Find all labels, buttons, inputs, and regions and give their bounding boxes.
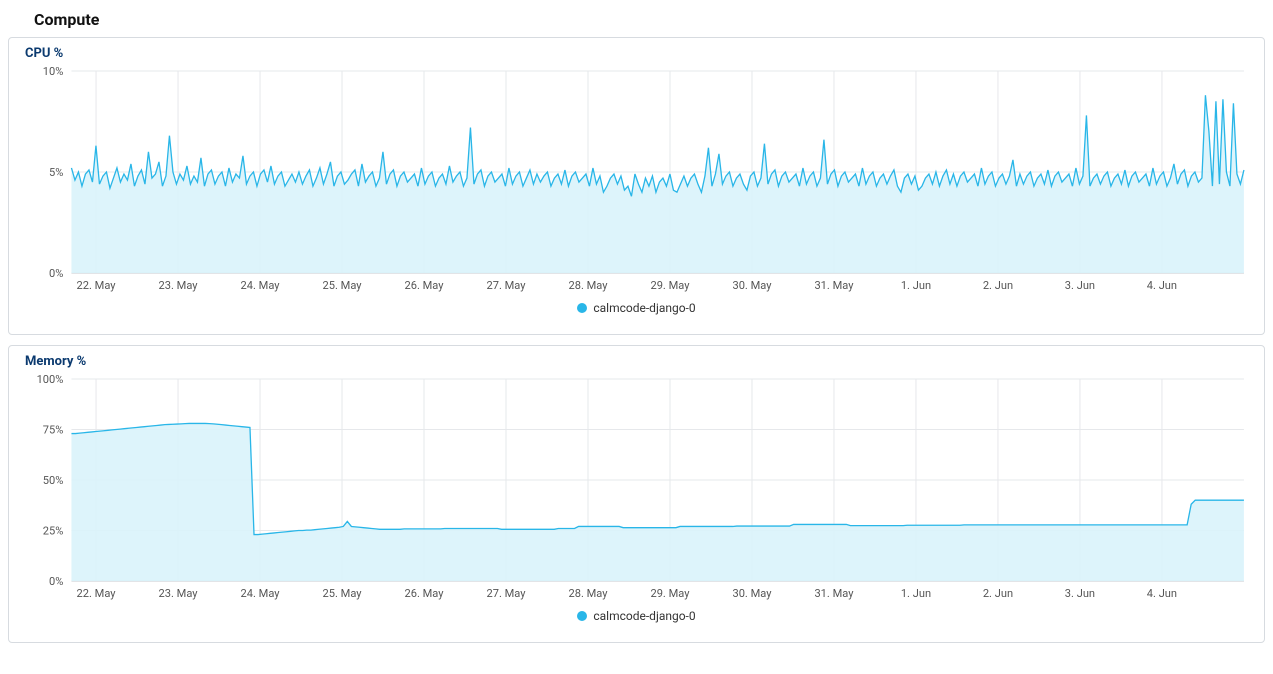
memory-legend: calmcode-django-0: [21, 609, 1252, 623]
svg-text:2. Jun: 2. Jun: [983, 279, 1013, 292]
svg-text:0%: 0%: [49, 267, 63, 280]
cpu-legend-label: calmcode-django-0: [593, 301, 695, 315]
svg-text:27. May: 27. May: [487, 587, 527, 600]
svg-text:3. Jun: 3. Jun: [1065, 587, 1095, 600]
svg-text:4. Jun: 4. Jun: [1147, 587, 1177, 600]
svg-text:28. May: 28. May: [568, 587, 608, 600]
section-title: Compute: [34, 10, 1265, 29]
svg-text:31. May: 31. May: [814, 587, 854, 600]
memory-chart-svg: 0% 25% 50% 75% 100% 22. May 23. May 24. May 25. …: [21, 373, 1252, 605]
svg-text:25. May: 25. May: [323, 587, 363, 600]
svg-text:30. May: 30. May: [732, 279, 772, 292]
legend-dot-icon: [577, 303, 587, 313]
svg-text:23. May: 23. May: [159, 279, 199, 292]
memory-panel: Memory % 0% 25% 50% 75% 100% 22. May 23. May 24…: [8, 345, 1265, 643]
memory-legend-label: calmcode-django-0: [593, 609, 695, 623]
svg-text:22. May: 22. May: [77, 587, 117, 600]
memory-chart: 0% 25% 50% 75% 100% 22. May 23. May 24. May 25. …: [21, 373, 1252, 605]
svg-text:10%: 10%: [43, 65, 64, 78]
svg-text:25%: 25%: [43, 525, 64, 538]
cpu-chart-svg: 0% 5% 10% 22. May 23. May 24. May 25. May 26. M…: [21, 65, 1252, 297]
svg-text:31. May: 31. May: [814, 279, 854, 292]
legend-dot-icon: [577, 611, 587, 621]
svg-text:25. May: 25. May: [323, 279, 363, 292]
svg-text:22. May: 22. May: [77, 279, 117, 292]
svg-text:30. May: 30. May: [732, 587, 772, 600]
svg-text:27. May: 27. May: [487, 279, 527, 292]
svg-text:75%: 75%: [43, 424, 64, 437]
cpu-chart: 0% 5% 10% 22. May 23. May 24. May 25. May 26. M…: [21, 65, 1252, 297]
svg-text:50%: 50%: [43, 474, 64, 487]
memory-panel-title: Memory %: [25, 354, 1252, 369]
svg-text:0%: 0%: [49, 575, 63, 588]
svg-text:5%: 5%: [49, 166, 63, 179]
svg-text:100%: 100%: [37, 373, 64, 386]
svg-text:1. Jun: 1. Jun: [901, 587, 931, 600]
svg-text:3. Jun: 3. Jun: [1065, 279, 1095, 292]
svg-text:26. May: 26. May: [405, 279, 445, 292]
svg-text:24. May: 24. May: [241, 587, 281, 600]
svg-text:23. May: 23. May: [159, 587, 199, 600]
svg-text:26. May: 26. May: [405, 587, 445, 600]
svg-text:28. May: 28. May: [568, 279, 608, 292]
svg-text:29. May: 29. May: [650, 587, 690, 600]
svg-text:4. Jun: 4. Jun: [1147, 279, 1177, 292]
svg-text:2. Jun: 2. Jun: [983, 587, 1013, 600]
svg-text:24. May: 24. May: [241, 279, 281, 292]
cpu-panel: CPU % 0% 5% 10% 22. May 23. May 24. May 25. Ma…: [8, 37, 1265, 335]
cpu-panel-title: CPU %: [25, 46, 1252, 61]
cpu-legend: calmcode-django-0: [21, 301, 1252, 315]
svg-text:29. May: 29. May: [650, 279, 690, 292]
svg-text:1. Jun: 1. Jun: [901, 279, 931, 292]
